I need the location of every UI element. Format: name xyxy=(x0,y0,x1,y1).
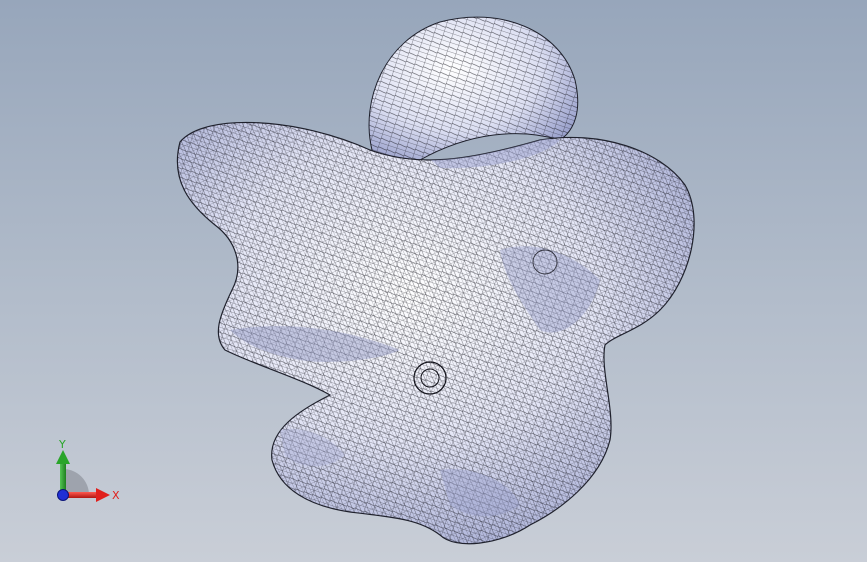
graphics-viewport[interactable]: Y X xyxy=(0,0,867,562)
y-axis-label: Y xyxy=(58,438,66,451)
x-axis-label: X xyxy=(112,489,120,502)
mesh-model[interactable] xyxy=(0,0,867,562)
z-axis-origin-icon xyxy=(57,489,69,501)
mesh-body xyxy=(176,121,695,545)
axis-triad: Y X xyxy=(56,438,120,502)
